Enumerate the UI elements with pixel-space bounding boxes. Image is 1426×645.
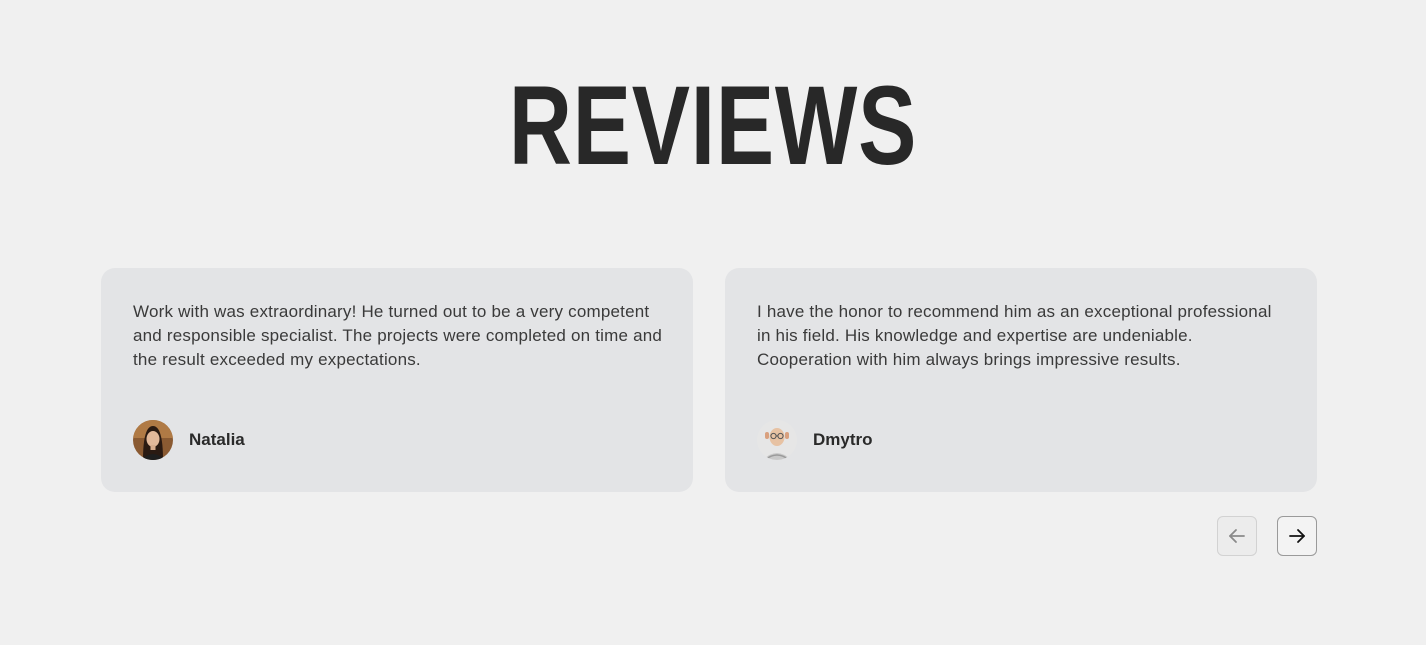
avatar-photo-natalia-icon <box>133 420 173 460</box>
avatar-photo-dmytro-icon <box>757 420 797 460</box>
author-name: Dmytro <box>813 430 873 449</box>
review-card: I have the honor to recommend him as an … <box>725 268 1317 492</box>
arrow-left-icon <box>1229 529 1245 543</box>
next-button[interactable] <box>1277 516 1317 556</box>
reviews-slider: Work with was extraordinary! He turned o… <box>101 268 1317 492</box>
author-name: Natalia <box>189 430 245 449</box>
section-title: REVIEWS <box>508 63 918 188</box>
review-text: I have the honor to recommend him as an … <box>757 302 1272 369</box>
review-card: Work with was extraordinary! He turned o… <box>101 268 693 492</box>
review-author: Natalia <box>133 420 245 460</box>
previous-button[interactable] <box>1217 516 1257 556</box>
review-author: Dmytro <box>757 420 873 460</box>
review-text: Work with was extraordinary! He turned o… <box>133 302 663 369</box>
avatar <box>133 420 173 460</box>
avatar <box>757 420 797 460</box>
arrow-right-icon <box>1289 529 1305 543</box>
